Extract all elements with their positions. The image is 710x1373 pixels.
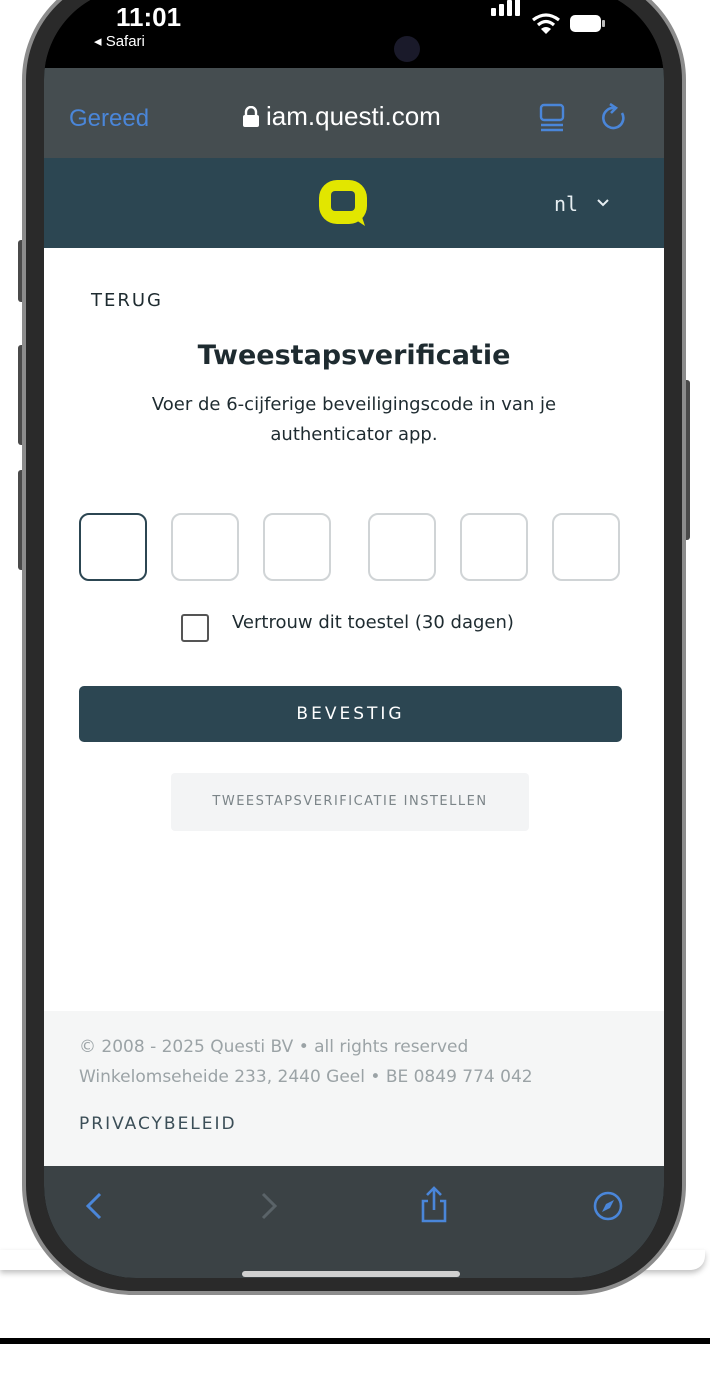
wifi-icon <box>532 13 560 34</box>
code-input-6[interactable] <box>552 513 620 581</box>
url-field[interactable]: iam.questi.com <box>266 101 441 132</box>
reader-icon[interactable] <box>539 103 565 133</box>
forward-icon[interactable] <box>259 1191 279 1221</box>
trust-device-checkbox[interactable] <box>181 614 209 642</box>
camera-icon <box>394 36 420 62</box>
back-to-safari[interactable]: ◂ Safari <box>94 32 145 50</box>
status-time: 11:01 <box>116 2 182 32</box>
footer-info: © 2008 - 2025 Questi BV • all rights res… <box>79 1032 533 1092</box>
share-icon[interactable] <box>419 1186 449 1224</box>
phone-screen: 11:01 ◂ Safari Gereed iam.questi.com nl … <box>44 0 664 1278</box>
lock-icon <box>243 106 259 127</box>
code-input-5[interactable] <box>460 513 528 581</box>
home-indicator <box>242 1271 460 1277</box>
dynamic-island <box>259 0 481 74</box>
chevron-down-icon[interactable] <box>596 198 610 208</box>
code-input-1[interactable] <box>79 513 147 581</box>
compass-icon[interactable] <box>592 1190 624 1222</box>
trust-device-label: Vertrouw dit toestel (30 dagen) <box>232 612 514 633</box>
browser-toolbar <box>44 1166 664 1278</box>
footer-copyright: © 2008 - 2025 Questi BV • all rights res… <box>79 1037 469 1057</box>
page-title: Tweestapsverificatie <box>197 340 511 371</box>
backdrop-divider <box>0 1338 710 1344</box>
status-bar: 11:01 ◂ Safari <box>44 0 664 74</box>
reload-icon[interactable] <box>600 103 628 133</box>
back-icon[interactable] <box>84 1191 104 1221</box>
language-select[interactable]: nl <box>554 192 578 216</box>
questi-logo-icon[interactable] <box>317 178 369 228</box>
done-button[interactable]: Gereed <box>69 105 149 133</box>
privacy-link[interactable]: PRIVACYBELEID <box>79 1114 237 1134</box>
setup-2fa-button[interactable]: TWEESTAPSVERIFICATIE INSTELLEN <box>171 773 529 831</box>
code-input-2[interactable] <box>171 513 239 581</box>
code-input-3[interactable] <box>263 513 331 581</box>
code-input-4[interactable] <box>368 513 436 581</box>
confirm-button[interactable]: BEVESTIG <box>79 686 622 742</box>
page-subtitle: Voer de 6-cijferige beveiligingscode in … <box>151 394 557 445</box>
footer-address: Winkelomseheide 233, 2440 Geel • BE 0849… <box>79 1067 533 1087</box>
battery-icon <box>570 15 605 32</box>
back-link[interactable]: TERUG <box>91 290 163 311</box>
